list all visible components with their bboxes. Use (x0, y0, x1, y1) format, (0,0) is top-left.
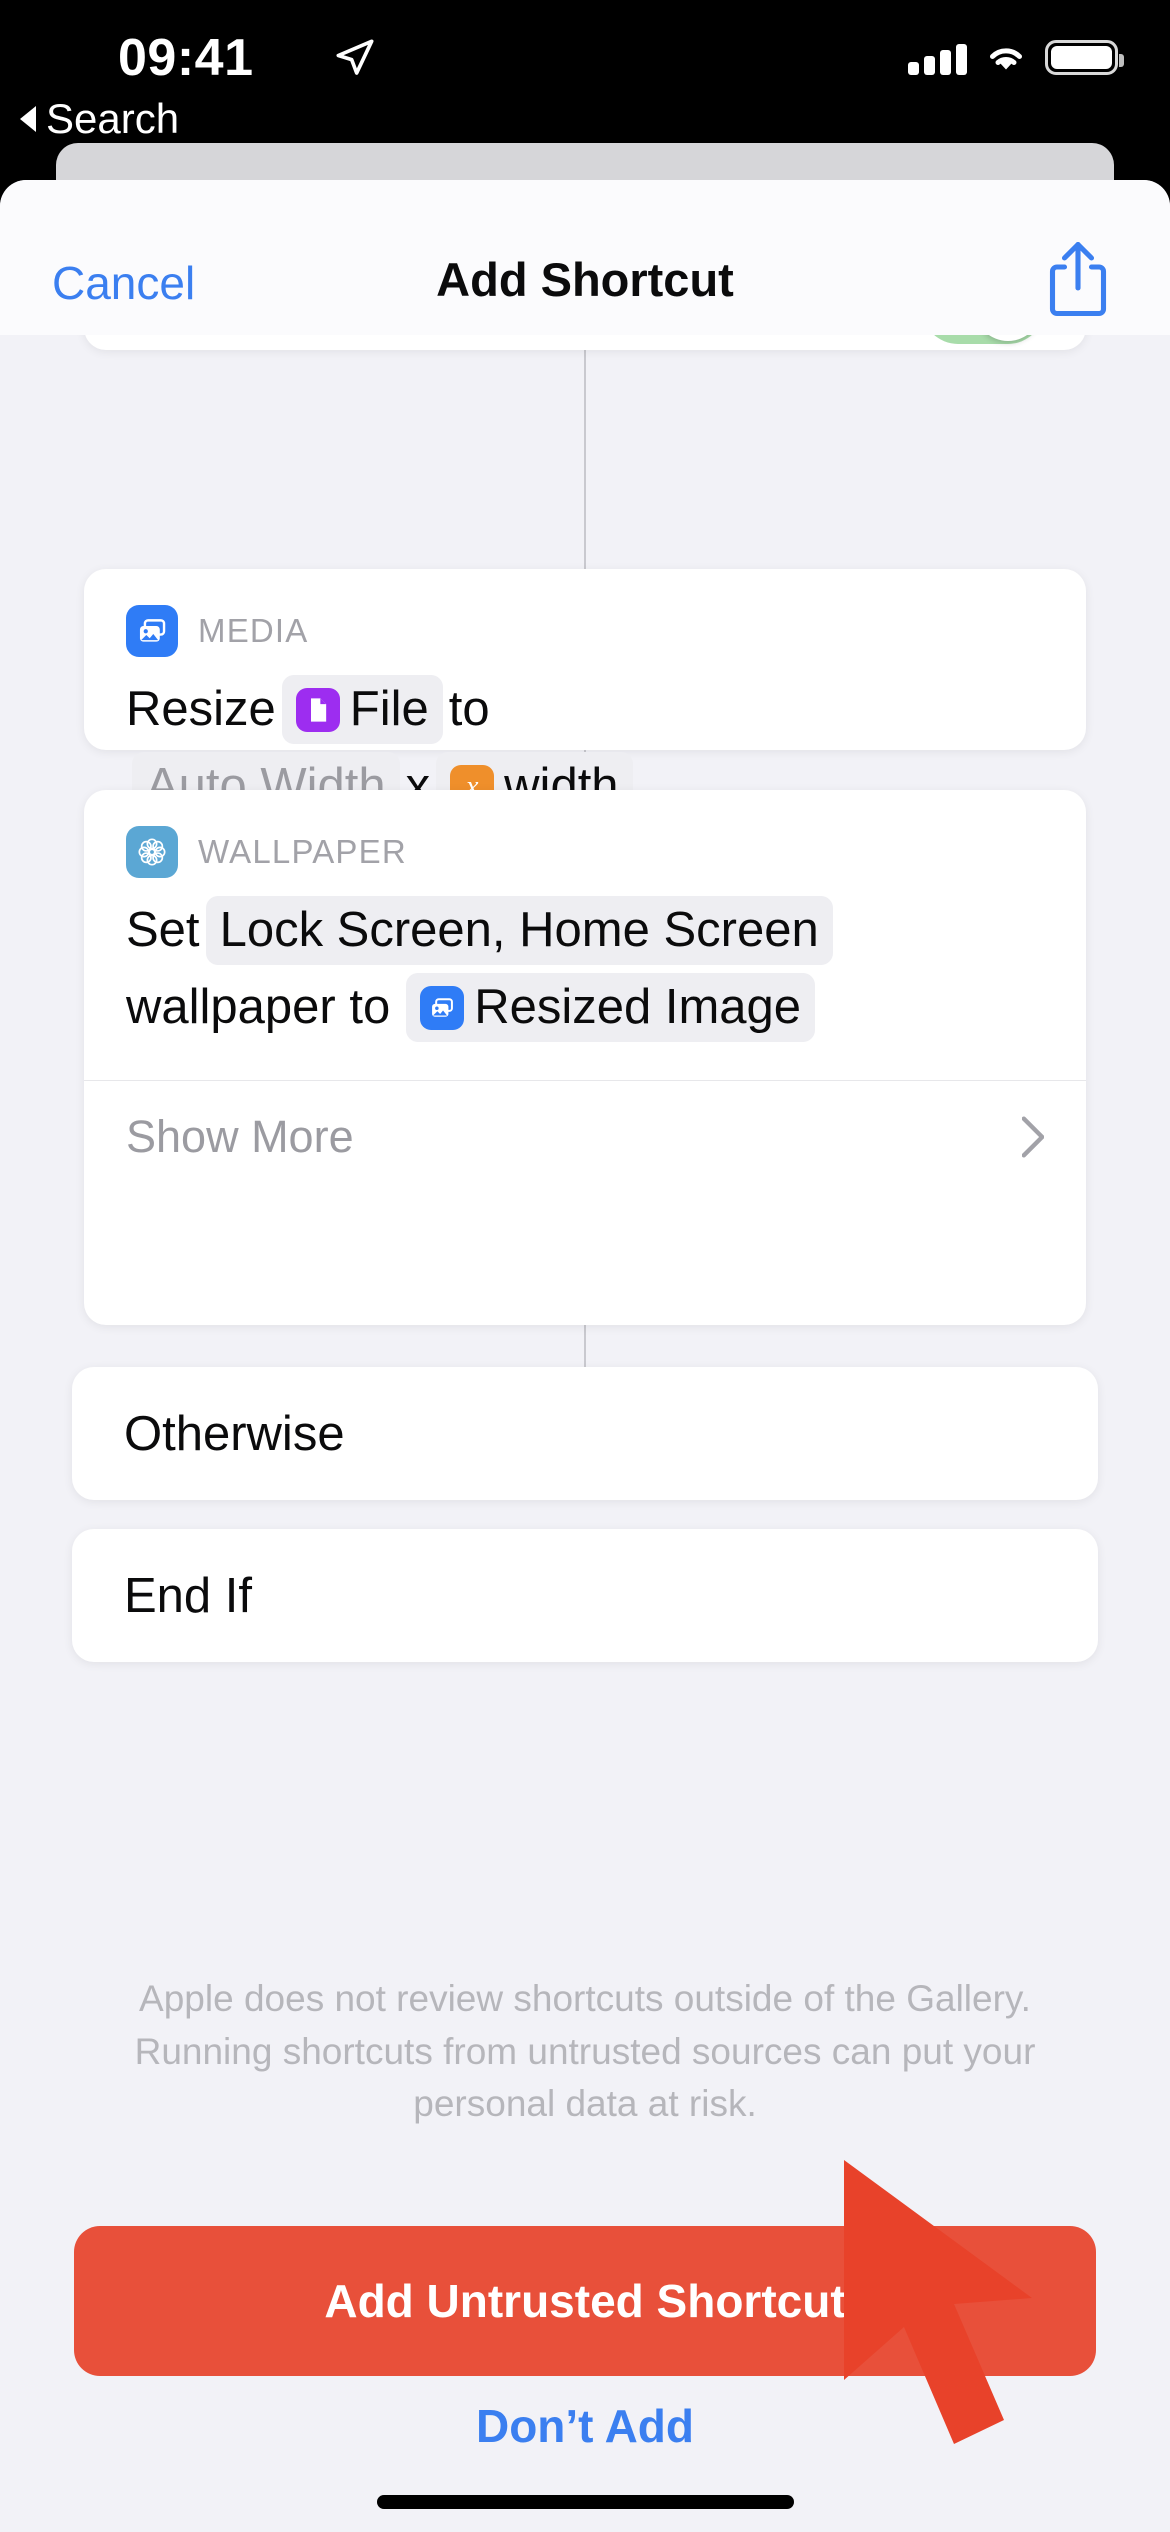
photo-stack-icon (126, 605, 178, 657)
resized-image-label: Resized Image (474, 980, 802, 1035)
disclaimer-text: Apple does not review shortcuts outside … (134, 1978, 1036, 2125)
wallpaper-set-label: Set (126, 903, 200, 957)
page-title: Add Shortcut (436, 253, 734, 306)
file-token[interactable]: File (281, 675, 443, 745)
wallpaper-rosette-icon (126, 826, 178, 878)
add-untrusted-shortcut-label: Add Untrusted Shortcut (324, 2275, 846, 2327)
home-indicator (377, 2495, 794, 2509)
flow-connector (584, 1325, 586, 1367)
wallpaper-category-label: WALLPAPER (198, 833, 407, 870)
share-icon[interactable] (1048, 240, 1108, 318)
back-to-search-label: Search (46, 95, 180, 142)
wifi-icon (990, 47, 1022, 69)
show-more-row[interactable]: Show More (84, 1081, 1086, 1193)
otherwise-label: Otherwise (124, 1406, 345, 1461)
media-action-card[interactable]: MEDIA Resize File to Auto Width x x widt… (84, 569, 1086, 822)
show-more-label: Show More (126, 1111, 354, 1163)
back-to-search-link[interactable]: Search (20, 95, 179, 143)
flow-connector (584, 529, 586, 569)
phone-screen: 09:41 Search MEDIA Resize File to Auto W… (0, 0, 1170, 2532)
end-if-label: End If (124, 1568, 253, 1623)
end-if-card[interactable]: End If (72, 1529, 1098, 1662)
flow-connector (584, 329, 586, 529)
photo-stack-icon (420, 985, 465, 1030)
wallpaper-action-card[interactable]: WALLPAPER Set Lock Screen, Home Screen w… (84, 790, 1086, 1325)
battery-full-icon (1045, 40, 1124, 75)
wallpaper-to-label: wallpaper to (126, 980, 391, 1035)
resized-image-token[interactable]: Resized Image (406, 973, 816, 1043)
wallpaper-action-line-1: Set Lock Screen, Home Screen (126, 896, 1044, 966)
status-bar-time: 09:41 (118, 29, 254, 87)
status-bar: 09:41 (0, 0, 1170, 105)
status-bar-indicators (908, 40, 1124, 75)
screens-token[interactable]: Lock Screen, Home Screen (205, 896, 833, 966)
media-resize-label: Resize (126, 682, 276, 736)
wallpaper-action-text: Set Lock Screen, Home Screen wallpaper t… (84, 878, 1086, 1080)
chevron-right-icon (1022, 1116, 1044, 1158)
file-document-icon (295, 687, 340, 732)
sheet-navbar: Cancel Add Shortcut (0, 180, 1170, 335)
file-token-label: File (349, 682, 429, 736)
cellular-signal-icon (908, 41, 967, 75)
media-to-label: to (448, 682, 490, 736)
location-arrow-icon (336, 39, 374, 75)
wallpaper-action-line-2: wallpaper to Resized Image (126, 973, 1044, 1043)
wallpaper-card-category: WALLPAPER (84, 790, 1086, 878)
back-triangle-icon (20, 106, 36, 132)
mouse-pointer-icon (844, 2160, 1032, 2444)
media-card-category: MEDIA (84, 569, 1086, 657)
media-category-label: MEDIA (198, 612, 309, 649)
otherwise-card[interactable]: Otherwise (72, 1367, 1098, 1500)
media-action-line-1: Resize File to (126, 675, 1044, 745)
